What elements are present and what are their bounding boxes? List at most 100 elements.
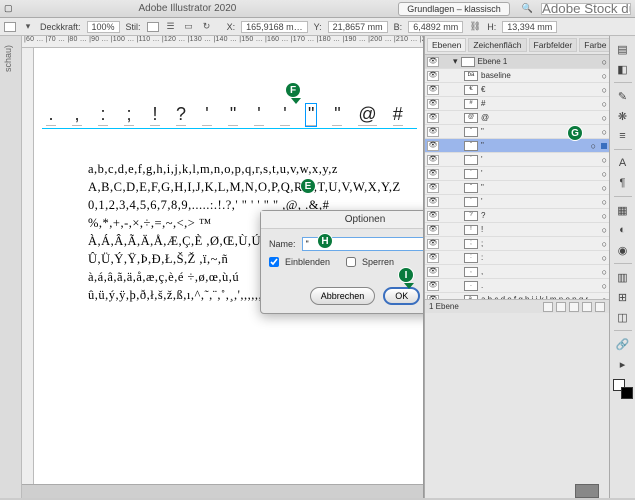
- layer-row[interactable]: 👁..○: [425, 279, 609, 293]
- text-line[interactable]: À,Á,Â,Ã,Ä,Å,Æ,Ç,È ,Ø,Œ,Ù,Ú: [88, 234, 261, 249]
- cancel-button[interactable]: Abbrechen: [310, 287, 376, 305]
- stroke-icon[interactable]: ≡: [613, 127, 633, 145]
- target-icon[interactable]: ○: [602, 127, 607, 137]
- layer-name[interactable]: €: [481, 85, 599, 94]
- pathfinder-icon[interactable]: ◫: [613, 308, 633, 326]
- visibility-icon[interactable]: 👁: [427, 267, 439, 277]
- align-icon[interactable]: ☰: [165, 21, 177, 33]
- layer-row[interactable]: 👁::○: [425, 251, 609, 265]
- tab-layers[interactable]: Ebenen: [427, 38, 466, 52]
- layer-name[interactable]: .: [481, 281, 599, 290]
- type-icon[interactable]: A: [613, 154, 633, 172]
- layer-row[interactable]: 👁??○: [425, 209, 609, 223]
- glyph-cell[interactable]: !: [150, 104, 160, 126]
- text-line[interactable]: Û,Ü,Ý,Ÿ,Þ,Đ,Ł,Š,Ž ,ï,~,ñ: [88, 252, 228, 267]
- style-swatch[interactable]: [147, 22, 159, 32]
- workspace-switcher[interactable]: Grundlagen – klassisch: [398, 2, 510, 16]
- layer-name[interactable]: baseline: [481, 71, 599, 80]
- visibility-icon[interactable]: 👁: [427, 99, 439, 109]
- layer-row[interactable]: 👁€€○: [425, 83, 609, 97]
- target-icon[interactable]: ○: [602, 211, 607, 221]
- visibility-icon[interactable]: 👁: [427, 85, 439, 95]
- target-icon[interactable]: ○: [602, 197, 607, 207]
- target-icon[interactable]: ○: [602, 99, 607, 109]
- layer-name[interactable]: #: [481, 99, 599, 108]
- actions-icon[interactable]: ▸: [613, 355, 633, 373]
- visibility-icon[interactable]: 👁: [427, 225, 439, 235]
- visibility-icon[interactable]: 👁: [427, 239, 439, 249]
- gradient-icon[interactable]: ▦: [613, 201, 633, 219]
- target-icon[interactable]: ○: [602, 267, 607, 277]
- target-icon[interactable]: ○: [602, 239, 607, 249]
- glyph-cell[interactable]: ': [280, 104, 290, 126]
- visibility-icon[interactable]: 👁: [427, 57, 439, 67]
- layer-row[interactable]: 👁;;○: [425, 237, 609, 251]
- glyph-cell[interactable]: @: [358, 104, 376, 126]
- visibility-icon[interactable]: 👁: [427, 253, 439, 263]
- target-icon[interactable]: ○: [602, 169, 607, 179]
- target-icon[interactable]: ○: [602, 113, 607, 123]
- locate-icon[interactable]: [543, 302, 553, 312]
- target-icon[interactable]: ○: [591, 141, 596, 151]
- h-value[interactable]: 13,394 mm: [502, 21, 557, 33]
- visibility-icon[interactable]: 👁: [427, 211, 439, 221]
- align-icon2[interactable]: ▥: [613, 268, 633, 286]
- fill-swatch[interactable]: [4, 22, 16, 32]
- layer-row[interactable]: 👁,,○: [425, 265, 609, 279]
- visibility-icon[interactable]: 👁: [427, 141, 439, 151]
- new-layer-icon[interactable]: [569, 302, 579, 312]
- glyph-cell[interactable]: ': [202, 104, 212, 126]
- lock-checkbox[interactable]: [346, 257, 356, 267]
- chevron-down-icon[interactable]: ▾: [22, 21, 34, 33]
- layer-row[interactable]: 👁@@○: [425, 111, 609, 125]
- layer-name[interactable]: ?: [481, 211, 599, 220]
- links-icon[interactable]: 🔗: [613, 335, 633, 353]
- trash-icon[interactable]: [595, 302, 605, 312]
- new-layer2-icon[interactable]: [582, 302, 592, 312]
- target-icon[interactable]: ○: [602, 57, 607, 67]
- properties-icon[interactable]: ▤: [613, 40, 633, 58]
- glyph-cell[interactable]: ,: [72, 104, 82, 126]
- target-icon[interactable]: ○: [602, 183, 607, 193]
- layer-row[interactable]: 👁##○: [425, 97, 609, 111]
- tab-artboards[interactable]: Zeichenfläch: [468, 38, 526, 52]
- visibility-icon[interactable]: 👁: [427, 155, 439, 165]
- link-icon[interactable]: ⛓: [469, 21, 481, 33]
- visibility-icon[interactable]: 👁: [427, 169, 439, 179]
- glyph-cell[interactable]: ": [228, 104, 238, 126]
- layer-row[interactable]: 👁''○: [425, 167, 609, 181]
- shape-icon[interactable]: ▭: [183, 21, 195, 33]
- paragraph-icon[interactable]: ¶: [613, 174, 633, 192]
- target-icon[interactable]: ○: [602, 253, 607, 263]
- layer-name[interactable]: ': [481, 169, 599, 178]
- transform-icon2[interactable]: ⊞: [613, 288, 633, 306]
- visibility-icon[interactable]: 👁: [427, 183, 439, 193]
- visibility-icon[interactable]: 👁: [427, 113, 439, 123]
- appearance-icon[interactable]: ◉: [613, 241, 633, 259]
- opacity-value[interactable]: 100%: [87, 21, 120, 33]
- layer-name[interactable]: ": [481, 183, 599, 192]
- visibility-icon[interactable]: 👁: [427, 71, 439, 81]
- target-icon[interactable]: ○: [602, 71, 607, 81]
- layer-name[interactable]: ': [481, 197, 599, 206]
- text-line[interactable]: a,b,c,d,e,f,g,h,i,j,k,l,m,n,o,p,q,r,s,t,…: [88, 162, 338, 177]
- visibility-icon[interactable]: 👁: [427, 281, 439, 291]
- target-icon[interactable]: ○: [602, 225, 607, 235]
- brush-icon[interactable]: ✎: [613, 87, 633, 105]
- transform-icon[interactable]: ↻: [201, 21, 213, 33]
- text-line[interactable]: %,*,+,-,×,÷,=,~,<,> ™: [88, 216, 212, 231]
- disclosure-icon[interactable]: ▾: [453, 56, 458, 67]
- ok-button[interactable]: OK: [383, 287, 420, 305]
- layer-row[interactable]: 👁''○: [425, 195, 609, 209]
- glyph-cell[interactable]: ": [332, 104, 342, 126]
- layer-row-top[interactable]: 👁 ▾ Ebene 1 ○: [425, 55, 609, 69]
- glyph-cell[interactable]: #: [393, 104, 403, 126]
- visibility-icon[interactable]: 👁: [427, 197, 439, 207]
- target-icon[interactable]: ○: [602, 155, 607, 165]
- canvas[interactable]: |60 … |70 … |80 … |90 … |100 … |110 … |1…: [22, 36, 424, 498]
- transparency-icon[interactable]: ◐: [613, 221, 633, 239]
- layer-row[interactable]: 👁""○: [425, 139, 609, 153]
- layer-name[interactable]: :: [481, 253, 599, 262]
- target-icon[interactable]: ○: [602, 85, 607, 95]
- glyph-cell[interactable]: .: [46, 104, 56, 126]
